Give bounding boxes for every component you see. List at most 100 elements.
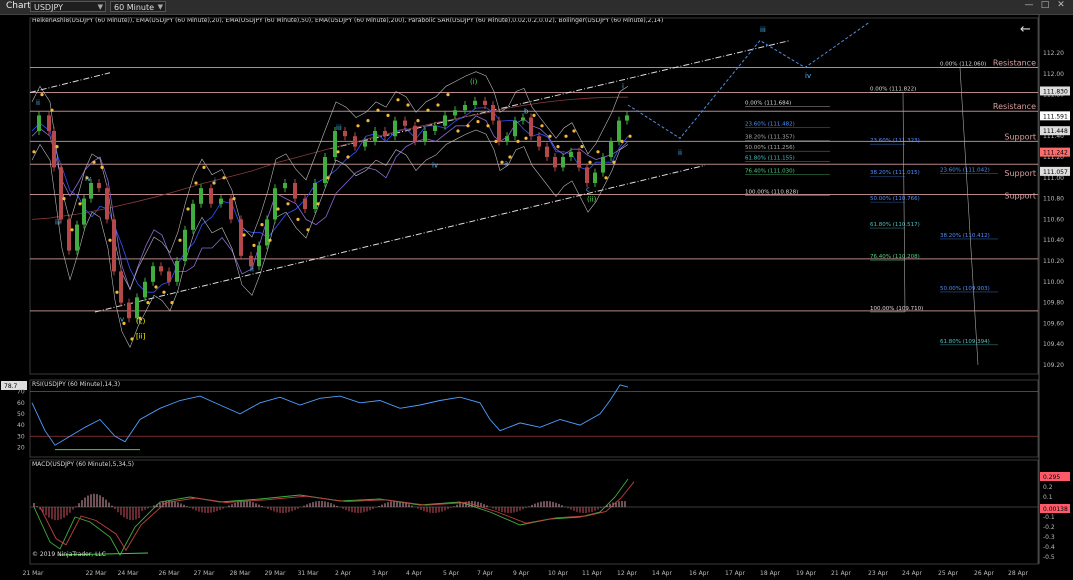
date-tick-label: 11 Apr [582, 570, 602, 577]
fib-level-label: 61.80% (110.517) [870, 222, 920, 228]
price-tick-label: 110.20 [1043, 258, 1064, 265]
level-label: Support [1004, 169, 1036, 178]
price-tick-label: 110.00 [1043, 279, 1064, 286]
sar-dot [50, 108, 54, 112]
date-tick-label: 21 Apr [831, 570, 851, 577]
date-tick-label: 4 Apr [406, 570, 423, 577]
date-tick-label: 24 Apr [902, 570, 922, 577]
channel-line [329, 40, 791, 150]
wave-label: v [120, 315, 124, 323]
close-icon[interactable]: ✕ [1053, 0, 1069, 10]
maximize-icon[interactable]: □ [1037, 0, 1053, 10]
fib-level-label: 38.20% (110.412) [940, 233, 990, 239]
price-badge-label: 111.242 [1043, 150, 1068, 157]
sar-dot [588, 160, 592, 164]
price-badge-label: 111.448 [1043, 128, 1068, 135]
fib-level-label: 76.40% (110.208) [870, 254, 920, 260]
chart-canvas[interactable]: Resistance Resistance Support Support Suppor… [0, 14, 1073, 580]
price-badge-label: 111.591 [1043, 113, 1068, 120]
sar-dot [202, 165, 206, 169]
fib-level-label: 50.00% (109.903) [940, 286, 990, 292]
macd-tick-label: -0.2 [1043, 524, 1055, 531]
fib-level-label: 50.00% (111.256) [745, 145, 795, 151]
price-tick-label: 109.80 [1043, 300, 1064, 307]
date-tick-label: 10 Apr [548, 570, 568, 577]
date-tick-label: 12 Apr [617, 570, 637, 577]
date-tick-label: 27 Mar [194, 570, 215, 577]
date-tick-label: 24 Mar [118, 570, 139, 577]
wave-label: ii [678, 149, 682, 157]
date-tick-label: 18 Apr [760, 570, 780, 577]
date-tick-label: 9 Apr [513, 570, 530, 577]
sar-dot [276, 207, 280, 211]
macd-line [33, 478, 629, 556]
sar-dot [260, 223, 264, 227]
sar-dot [232, 197, 236, 201]
sar-dot [336, 150, 340, 154]
date-axis: 21 Mar 22 Mar 24 Mar 26 Mar 27 Mar 28 Mar 29 M… [23, 570, 1029, 577]
rsi-tick-label: 20 [17, 444, 25, 451]
fib-level-label: 23.60% (111.323) [870, 138, 920, 144]
date-tick-label: 5 Apr [443, 570, 460, 577]
sar-dot [556, 145, 560, 149]
macd-tick-label: -0.3 [1043, 534, 1055, 541]
timeframe-value: 60 Minute [114, 3, 155, 12]
date-tick-label: 28 Mar [230, 570, 251, 577]
timeframe-select[interactable]: 60 Minute ▼ [110, 1, 166, 12]
wave-label: ii [36, 99, 40, 107]
rsi-panel: RSI(USDJPY (60 Minute),14,3) 78.770 60 50 40… [1, 381, 1038, 451]
rsi-tick-label: 50 [17, 411, 25, 418]
date-tick-label: 14 Apr [652, 570, 672, 577]
fibonacci-levels: 0.00% (111.684) 23.60% (111.482) 38.20% (1… [745, 62, 998, 366]
date-tick-label: 17 Apr [725, 570, 745, 577]
date-tick-label: 21 Mar [23, 570, 44, 577]
fib-level-label: 76.40% (111.030) [745, 169, 795, 175]
sar-dot [508, 155, 512, 159]
sar-dot [456, 129, 460, 133]
sar-dot [476, 120, 480, 124]
price-tick-label: 110.40 [1043, 237, 1064, 244]
copyright: © 2019 NinjaTrader, LLC [32, 551, 106, 558]
date-tick-label: 22 Mar [86, 570, 107, 577]
sar-dot [446, 93, 450, 97]
sar-dot [252, 243, 256, 247]
wave-label: i [622, 82, 624, 90]
sar-dot [222, 176, 226, 180]
fib-level-label: 38.20% (111.015) [870, 170, 920, 176]
sar-dot [62, 197, 66, 201]
instrument-select[interactable]: USDJPY ▼ [30, 1, 106, 12]
date-tick-label: 16 Apr [689, 570, 709, 577]
sar-dot [100, 165, 104, 169]
fib-level-label: 61.80% (111.155) [745, 156, 795, 162]
price-badge-label: 111.830 [1043, 88, 1068, 95]
date-tick-label: 2 Apr [335, 570, 352, 577]
sar-dot [612, 160, 616, 164]
sar-dot [356, 124, 360, 128]
sar-dot [115, 290, 119, 294]
wave-label: iv [432, 161, 438, 169]
price-tick-label: 109.40 [1043, 341, 1064, 348]
minimize-icon[interactable]: — [1021, 0, 1037, 10]
sar-dot [55, 145, 59, 149]
sar-dot [326, 176, 330, 180]
trend-channel [29, 40, 791, 313]
date-tick-label: 3 Apr [372, 570, 389, 577]
sar-dot [92, 160, 96, 164]
sar-dot [40, 93, 44, 97]
panel-frames [29, 14, 1040, 565]
price-badge-label: 111.057 [1043, 169, 1068, 176]
sar-dot [604, 176, 608, 180]
fib-level-label: 50.00% (110.766) [870, 196, 920, 202]
sar-dot [242, 233, 246, 237]
sar-dot [130, 337, 134, 341]
heiken-ashi-candles [37, 96, 629, 323]
window-controls: — □ ✕ [1021, 0, 1069, 10]
sar-dot [436, 103, 440, 107]
bollinger-upper [31, 71, 629, 290]
date-tick-label: 31 Mar [298, 570, 319, 577]
macd-badge-label: 0.00138 [1043, 506, 1068, 513]
chevron-down-icon: ▼ [97, 3, 103, 11]
date-tick-label: 19 Apr [796, 570, 816, 577]
wave-label: (c) [136, 317, 146, 325]
macd-title: MACD(USDJPY (60 Minute),5,34,5) [32, 461, 134, 468]
